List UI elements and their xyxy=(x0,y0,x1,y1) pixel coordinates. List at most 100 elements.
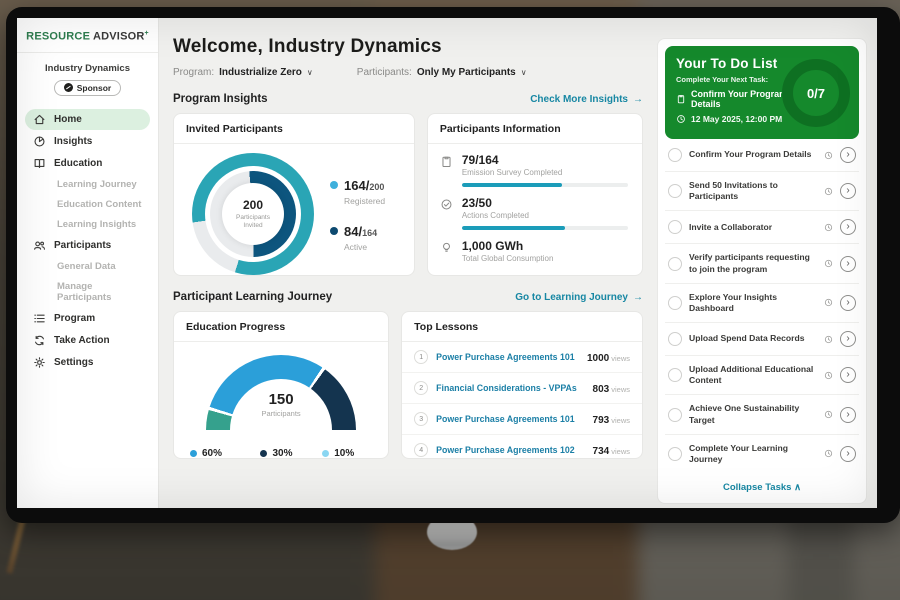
lesson-link[interactable]: Power Purchase Agreements 101 xyxy=(436,352,579,362)
progress-track xyxy=(462,226,628,230)
consumption-icon xyxy=(440,241,453,254)
lesson-link[interactable]: Power Purchase Agreements 101 xyxy=(436,414,584,424)
legend-dot xyxy=(190,450,197,457)
education-progress-card: Education Progress 150 Participants 60% … xyxy=(173,311,389,459)
task-open-button[interactable]: › xyxy=(840,407,856,423)
dashboard-screen: RESOURCE ADVISOR+ Industry Dynamics Spon… xyxy=(17,18,877,508)
sidebar-item-label: General Data xyxy=(57,261,116,272)
legend-total: 200 xyxy=(369,182,384,192)
sponsor-badge[interactable]: Sponsor xyxy=(54,80,121,96)
task-checkbox[interactable] xyxy=(668,148,682,162)
sidebar-item-general-data[interactable]: General Data xyxy=(25,257,150,276)
sidebar-item-program[interactable]: Program xyxy=(25,308,150,329)
todo-header-card: Your To Do List Complete Your Next Task:… xyxy=(665,46,859,139)
participants-select[interactable]: Participants: Only My Participants ∨ xyxy=(357,67,527,78)
task-open-button[interactable]: › xyxy=(840,219,856,235)
clock-icon xyxy=(824,371,833,380)
chevron-right-icon: › xyxy=(846,221,849,232)
sidebar-item-insights[interactable]: Insights xyxy=(25,131,150,152)
clock-icon xyxy=(824,410,833,419)
task-checkbox[interactable] xyxy=(668,368,682,382)
todo-progress-ring: 0/7 xyxy=(782,59,850,127)
sidebar-item-education-content[interactable]: Education Content xyxy=(25,195,150,214)
book-icon xyxy=(33,157,46,170)
divider xyxy=(17,52,158,53)
donut-center: 200 Participants Invited xyxy=(222,183,284,245)
brand-primary: RESOURCE xyxy=(26,31,90,43)
lesson-row: 3 Power Purchase Agreements 101 793views xyxy=(402,404,642,435)
task-checkbox[interactable] xyxy=(668,408,682,422)
invited-participants-card: Invited Participants 200 Participants In… xyxy=(173,113,415,276)
progress-fill xyxy=(462,183,562,187)
stat-value: 79/164 xyxy=(462,153,628,167)
collapse-tasks-link[interactable]: Collapse Tasks ∧ xyxy=(665,473,859,503)
legend-dot xyxy=(260,450,267,457)
sidebar-item-settings[interactable]: Settings xyxy=(25,352,150,373)
top-lessons-card: Top Lessons 1 Power Purchase Agreements … xyxy=(401,311,643,459)
task-open-button[interactable]: › xyxy=(840,256,856,272)
collapse-label: Collapse Tasks xyxy=(723,482,791,493)
sidebar-item-learning-journey[interactable]: Learning Journey xyxy=(25,175,150,194)
sidebar-item-take-action[interactable]: Take Action xyxy=(25,330,150,351)
task-checkbox[interactable] xyxy=(668,296,682,310)
sidebar-item-home[interactable]: Home xyxy=(25,109,150,130)
lesson-views: 1000 xyxy=(587,353,609,364)
sidebar-item-label: Learning Journey xyxy=(57,179,137,190)
task-checkbox[interactable] xyxy=(668,220,682,234)
task-open-button[interactable]: › xyxy=(840,367,856,383)
chevron-right-icon: › xyxy=(846,258,849,269)
task-checkbox[interactable] xyxy=(668,184,682,198)
task-label: Upload Spend Data Records xyxy=(689,333,817,344)
lesson-link[interactable]: Financial Considerations - VPPAs xyxy=(436,383,584,393)
chevron-right-icon: › xyxy=(846,333,849,344)
legend-dot xyxy=(322,450,329,457)
gauge-center: 150 Participants xyxy=(206,391,356,418)
sidebar-item-learning-insights[interactable]: Learning Insights xyxy=(25,215,150,234)
task-label: Verify participants requesting to join t… xyxy=(689,252,817,274)
list-icon xyxy=(33,312,46,325)
go-to-learning-journey-link[interactable]: Go to Learning Journey → xyxy=(515,292,643,303)
task-open-button[interactable]: › xyxy=(840,446,856,462)
sidebar-item-education[interactable]: Education xyxy=(25,153,150,174)
check-more-insights-link[interactable]: Check More Insights → xyxy=(530,94,643,105)
lesson-link[interactable]: Power Purchase Agreements 102 xyxy=(436,445,584,455)
legend-value: 84/ xyxy=(344,224,362,239)
task-open-button[interactable]: › xyxy=(840,183,856,199)
task-open-button[interactable]: › xyxy=(840,147,856,163)
survey-icon xyxy=(440,155,453,168)
chevron-down-icon: ∨ xyxy=(521,68,527,77)
task-label: Upload Additional Educational Content xyxy=(689,364,817,386)
chevron-right-icon: › xyxy=(846,448,849,459)
legend-active: 84/164 Active xyxy=(330,223,385,252)
donut-ring-active: 200 Participants Invited xyxy=(210,171,296,257)
task-checkbox[interactable] xyxy=(668,332,682,346)
brand-plus: + xyxy=(145,30,149,37)
gauge-legend: 60% Completed 30% Pending 10% Not Starte… xyxy=(174,448,388,459)
legend-not-started: 10% Not Started xyxy=(322,448,372,459)
stat-value: 23/50 xyxy=(462,196,628,210)
task-checkbox[interactable] xyxy=(668,447,682,461)
task-open-button[interactable]: › xyxy=(840,331,856,347)
task-row: Upload Additional Educational Content › xyxy=(665,356,859,395)
donut-gap: 200 Participants Invited xyxy=(205,166,301,262)
actions-icon xyxy=(440,198,453,211)
sidebar: RESOURCE ADVISOR+ Industry Dynamics Spon… xyxy=(17,18,159,508)
clock-icon xyxy=(824,223,833,232)
card-title: Participants Information xyxy=(428,114,642,144)
sidebar-item-manage-participants[interactable]: Manage Participants xyxy=(25,277,150,307)
task-open-button[interactable]: › xyxy=(840,295,856,311)
clock-icon xyxy=(824,449,833,458)
program-select[interactable]: Program: Industrialize Zero ∨ xyxy=(173,67,313,78)
task-label: Invite a Collaborator xyxy=(689,222,817,233)
main-content: Welcome, Industry Dynamics Program: Indu… xyxy=(159,18,655,508)
lesson-row: 4 Power Purchase Agreements 102 734views xyxy=(402,435,642,459)
sidebar-item-label: Education Content xyxy=(57,199,141,210)
lesson-views: 803 xyxy=(593,384,610,395)
legend-dot xyxy=(330,227,338,235)
sidebar-item-participants[interactable]: Participants xyxy=(25,235,150,256)
participants-information-card: Participants Information 79/164 Emission… xyxy=(427,113,643,276)
chevron-right-icon: › xyxy=(846,185,849,196)
task-checkbox[interactable] xyxy=(668,257,682,271)
brand-secondary: ADVISOR xyxy=(93,31,145,43)
legend-value: 60% xyxy=(202,448,238,459)
